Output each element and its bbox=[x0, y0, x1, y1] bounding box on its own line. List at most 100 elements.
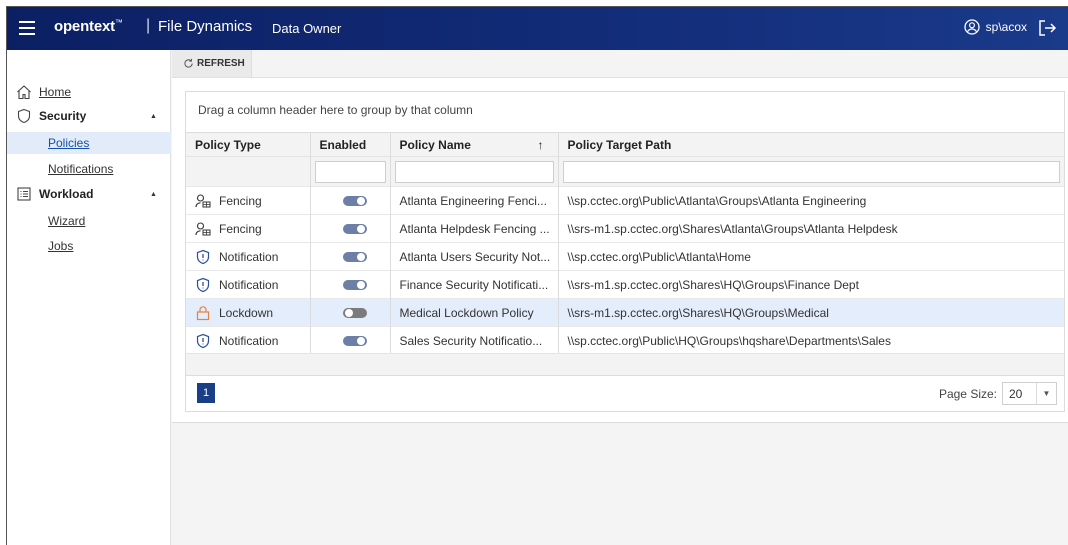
pager: 1 Page Size: 20 ▼ bbox=[186, 375, 1064, 411]
sidebar-item-notifications-label[interactable]: Notifications bbox=[48, 162, 113, 176]
cell-policy-type: Fencing bbox=[186, 186, 311, 215]
toggle-knob bbox=[356, 224, 365, 233]
toggle-knob bbox=[356, 252, 365, 261]
cell-policy-name[interactable]: Atlanta Helpdesk Fencing ... bbox=[390, 214, 559, 243]
sidebar-item-home[interactable]: Home bbox=[7, 81, 171, 103]
role-label: Data Owner bbox=[272, 21, 342, 36]
cell-policy-name[interactable]: Sales Security Notificatio... bbox=[390, 326, 559, 355]
brand-separator: | bbox=[146, 17, 151, 34]
sidebar-item-home-label[interactable]: Home bbox=[39, 85, 71, 99]
enabled-toggle[interactable] bbox=[342, 223, 367, 234]
policies-grid: Drag a column header here to group by th… bbox=[185, 91, 1065, 412]
table-row[interactable]: Fencing Atlanta Engineering Fenci... \\sp.… bbox=[186, 186, 1064, 215]
logout-icon[interactable] bbox=[1037, 18, 1057, 38]
table-row[interactable]: Notification Finance Security Notificati.… bbox=[186, 270, 1064, 299]
refresh-button-label: REFRESH bbox=[197, 58, 245, 69]
product-name: File Dynamics bbox=[158, 18, 253, 35]
table-row[interactable]: Notification Sales Security Notificatio..… bbox=[186, 326, 1064, 355]
sidebar-item-jobs-label[interactable]: Jobs bbox=[48, 239, 73, 253]
filter-cell-policy-target-path bbox=[558, 156, 1064, 187]
sidebar-item-policies-label[interactable]: Policies bbox=[48, 136, 89, 150]
policy-type-label: Lockdown bbox=[219, 305, 274, 320]
sidebar-item-wizard-label[interactable]: Wizard bbox=[48, 214, 85, 228]
cell-policy-target-path: \\sp.cctec.org\Public\HQ\Groups\hqshare\… bbox=[558, 326, 1064, 355]
user-menu[interactable]: sp\acox bbox=[963, 19, 1027, 35]
policy-type-label: Notification bbox=[219, 249, 279, 264]
cell-policy-name[interactable]: Finance Security Notificati... bbox=[390, 270, 559, 299]
sidebar-section-workload-label: Workload bbox=[39, 187, 94, 201]
app-window: opentext™ | File Dynamics Data Owner sp\… bbox=[6, 6, 1068, 545]
column-header-policy-target-path[interactable]: Policy Target Path bbox=[558, 132, 1064, 157]
filter-row bbox=[186, 156, 1064, 187]
cell-policy-type: Notification bbox=[186, 326, 311, 355]
page-size-select[interactable]: 20 ▼ bbox=[1002, 382, 1057, 405]
shield-icon bbox=[17, 108, 31, 124]
column-header-enabled[interactable]: Enabled bbox=[310, 132, 391, 157]
enabled-toggle[interactable] bbox=[342, 195, 367, 206]
column-header-policy-name-label: Policy Name bbox=[399, 137, 471, 152]
filter-cell-policy-type bbox=[186, 156, 311, 187]
table-row[interactable]: Notification Atlanta Users Security Not..… bbox=[186, 242, 1064, 271]
lock-icon bbox=[195, 305, 211, 321]
filter-input-policy-target-path[interactable] bbox=[562, 160, 1060, 183]
refresh-button[interactable]: REFRESH bbox=[172, 50, 252, 77]
cell-policy-target-path: \\srs-m1.sp.cctec.org\Shares\Atlanta\Gro… bbox=[558, 214, 1064, 243]
fencing-icon bbox=[195, 221, 211, 237]
enabled-toggle[interactable] bbox=[342, 335, 367, 346]
chevron-down-icon[interactable]: ▼ bbox=[1036, 383, 1056, 404]
cell-policy-type: Notification bbox=[186, 270, 311, 299]
policies-table: Policy Type Enabled Policy Name ↑ Policy … bbox=[186, 132, 1064, 355]
sidebar-item-wizard[interactable]: Wizard bbox=[7, 210, 171, 232]
cell-enabled bbox=[310, 186, 391, 215]
toggle-knob bbox=[356, 280, 365, 289]
top-header: opentext™ | File Dynamics Data Owner sp\… bbox=[7, 7, 1068, 50]
table-body: Fencing Atlanta Engineering Fenci... \\sp.… bbox=[186, 186, 1064, 355]
group-by-panel[interactable]: Drag a column header here to group by th… bbox=[198, 103, 473, 117]
filter-input-policy-name[interactable] bbox=[394, 160, 554, 183]
shield-icon bbox=[195, 249, 211, 265]
column-header-policy-name[interactable]: Policy Name ↑ bbox=[390, 132, 559, 157]
sidebar-item-policies[interactable]: Policies bbox=[7, 132, 171, 154]
page-size-label: Page Size: bbox=[938, 387, 997, 401]
table-row[interactable]: Fencing Atlanta Helpdesk Fencing ... \\srs… bbox=[186, 214, 1064, 243]
toggle-knob bbox=[344, 308, 353, 317]
page-size-value: 20 bbox=[1009, 386, 1023, 401]
cell-enabled bbox=[310, 214, 391, 243]
enabled-toggle[interactable] bbox=[342, 307, 367, 318]
grid-footer-strip bbox=[186, 353, 1064, 375]
sort-ascending-icon[interactable]: ↑ bbox=[538, 138, 544, 152]
shield-icon bbox=[195, 277, 211, 293]
policy-type-label: Fencing bbox=[219, 221, 262, 236]
cell-policy-name[interactable]: Atlanta Engineering Fenci... bbox=[390, 186, 559, 215]
table-row[interactable]: Lockdown Medical Lockdown Policy \\srs-m1.… bbox=[186, 298, 1064, 327]
sidebar-section-security[interactable]: Security ▲ bbox=[7, 105, 171, 127]
policy-type-label: Notification bbox=[219, 333, 279, 348]
filter-cell-enabled bbox=[310, 156, 391, 187]
enabled-toggle[interactable] bbox=[342, 251, 367, 262]
cell-policy-name[interactable]: Atlanta Users Security Not... bbox=[390, 242, 559, 271]
cell-policy-target-path: \\sp.cctec.org\Public\Atlanta\Home bbox=[558, 242, 1064, 271]
collapse-caret-icon[interactable]: ▲ bbox=[150, 113, 157, 120]
user-icon bbox=[963, 19, 980, 35]
collapse-caret-icon[interactable]: ▲ bbox=[150, 191, 157, 198]
page-button-current[interactable]: 1 bbox=[197, 383, 215, 403]
sidebar-section-workload[interactable]: Workload ▲ bbox=[7, 183, 171, 205]
brand-logo: opentext™ bbox=[54, 18, 123, 35]
policy-type-label: Notification bbox=[219, 277, 279, 292]
cell-enabled bbox=[310, 242, 391, 271]
column-header-policy-type[interactable]: Policy Type bbox=[186, 132, 311, 157]
cell-policy-name[interactable]: Medical Lockdown Policy bbox=[390, 298, 559, 327]
toolbar: REFRESH bbox=[172, 50, 1068, 78]
cell-policy-type: Lockdown bbox=[186, 298, 311, 327]
hamburger-menu-icon[interactable] bbox=[19, 21, 35, 35]
filter-cell-policy-name bbox=[390, 156, 559, 187]
sidebar-item-jobs[interactable]: Jobs bbox=[7, 235, 171, 257]
fencing-icon bbox=[195, 193, 211, 209]
user-name: sp\acox bbox=[985, 20, 1027, 34]
enabled-toggle[interactable] bbox=[342, 279, 367, 290]
cell-policy-target-path: \\srs-m1.sp.cctec.org\Shares\HQ\Groups\M… bbox=[558, 298, 1064, 327]
cell-policy-type: Notification bbox=[186, 242, 311, 271]
filter-input-enabled[interactable] bbox=[314, 160, 386, 183]
sidebar-item-notifications[interactable]: Notifications bbox=[7, 158, 171, 180]
cell-policy-target-path: \\srs-m1.sp.cctec.org\Shares\HQ\Groups\F… bbox=[558, 270, 1064, 299]
